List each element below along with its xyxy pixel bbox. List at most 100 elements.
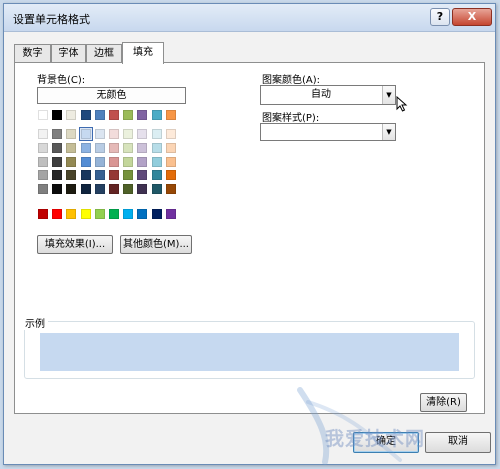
theme-color-swatch[interactable]	[52, 110, 63, 120]
sample-preview	[40, 333, 459, 371]
theme-color-swatch[interactable]	[94, 110, 105, 120]
theme-color-swatch[interactable]	[137, 110, 148, 120]
tab-border[interactable]: 边框	[86, 44, 122, 63]
mouse-cursor-icon	[396, 96, 408, 112]
theme-color-swatch[interactable]	[80, 184, 91, 195]
tab-fill[interactable]: 填充	[122, 42, 164, 64]
dialog-title: 设置单元格格式	[13, 13, 90, 26]
theme-color-swatch[interactable]	[165, 142, 176, 153]
theme-color-swatch[interactable]	[165, 170, 176, 181]
theme-color-swatch[interactable]	[66, 184, 77, 195]
standard-color-swatch[interactable]	[66, 209, 77, 219]
close-icon: X	[467, 10, 477, 23]
help-button[interactable]: ?	[430, 8, 450, 26]
standard-color-swatch[interactable]	[94, 209, 105, 219]
pattern-style-label: 图案样式(P):	[262, 113, 320, 124]
theme-color-swatch[interactable]	[123, 110, 134, 120]
fill-tab-panel: 背景色(C): 无颜色 填充效果(I)... 其他颜色(M)... 图案颜色(A…	[14, 62, 485, 414]
theme-color-swatch[interactable]	[38, 156, 48, 167]
theme-color-swatch[interactable]	[78, 127, 93, 141]
theme-color-swatch[interactable]	[165, 129, 176, 139]
chevron-down-icon[interactable]: ▼	[382, 124, 395, 140]
standard-color-swatch[interactable]	[165, 209, 176, 219]
theme-color-swatch[interactable]	[151, 184, 162, 195]
theme-color-swatch[interactable]	[38, 129, 48, 139]
theme-color-swatch[interactable]	[52, 129, 63, 139]
standard-color-swatch[interactable]	[151, 209, 162, 219]
tab-number[interactable]: 数字	[14, 44, 51, 63]
ok-button[interactable]: 确定	[353, 432, 419, 453]
pattern-style-dropdown[interactable]: ▼	[260, 123, 396, 141]
theme-color-swatch[interactable]	[38, 170, 48, 181]
theme-color-swatch[interactable]	[94, 184, 105, 195]
sample-group	[24, 321, 475, 379]
theme-color-swatch[interactable]	[151, 142, 162, 153]
theme-color-swatch[interactable]	[52, 142, 63, 153]
theme-color-swatch[interactable]	[94, 170, 105, 181]
theme-color-swatch[interactable]	[151, 170, 162, 181]
theme-color-swatch[interactable]	[137, 184, 148, 195]
theme-color-swatch[interactable]	[80, 142, 91, 153]
no-color-button[interactable]: 无颜色	[37, 87, 186, 104]
theme-color-swatch[interactable]	[123, 156, 134, 167]
theme-color-swatch[interactable]	[151, 156, 162, 167]
standard-color-swatch[interactable]	[137, 209, 148, 219]
theme-color-swatch[interactable]	[165, 184, 176, 195]
standard-color-swatch[interactable]	[52, 209, 63, 219]
format-cells-dialog: 设置单元格格式 ? X 数字 字体 边框 填充 背景色(C): 无颜色 填充效果…	[3, 3, 496, 465]
theme-color-swatch[interactable]	[123, 170, 134, 181]
theme-color-swatch[interactable]	[52, 170, 63, 181]
title-bar[interactable]: 设置单元格格式 ? X	[4, 4, 495, 32]
theme-color-swatch[interactable]	[94, 142, 105, 153]
more-colors-button[interactable]: 其他颜色(M)...	[120, 235, 192, 254]
theme-color-swatch[interactable]	[137, 142, 148, 153]
theme-color-swatch[interactable]	[66, 156, 77, 167]
theme-color-swatch[interactable]	[38, 142, 48, 153]
theme-color-swatch[interactable]	[94, 156, 105, 167]
standard-color-swatch[interactable]	[80, 209, 91, 219]
theme-color-swatch[interactable]	[165, 110, 176, 120]
theme-color-swatch[interactable]	[109, 110, 119, 120]
theme-color-swatch[interactable]	[66, 110, 77, 120]
theme-color-swatch[interactable]	[80, 156, 91, 167]
theme-color-swatch[interactable]	[66, 170, 77, 181]
theme-color-swatch[interactable]	[123, 142, 134, 153]
clear-button[interactable]: 清除(R)	[420, 393, 467, 412]
theme-color-swatch[interactable]	[52, 184, 63, 195]
theme-color-swatch[interactable]	[151, 129, 162, 139]
theme-color-swatch[interactable]	[109, 156, 119, 167]
standard-color-swatch[interactable]	[38, 209, 48, 219]
standard-color-swatch[interactable]	[123, 209, 134, 219]
tab-font[interactable]: 字体	[51, 44, 86, 63]
theme-color-swatch[interactable]	[109, 129, 119, 139]
theme-color-swatch[interactable]	[123, 184, 134, 195]
sample-label: 示例	[22, 315, 48, 330]
theme-color-swatch[interactable]	[137, 170, 148, 181]
theme-color-swatch[interactable]	[151, 110, 162, 120]
theme-color-swatch[interactable]	[66, 142, 77, 153]
question-icon: ?	[436, 10, 444, 23]
theme-color-swatch[interactable]	[52, 156, 63, 167]
pattern-color-dropdown[interactable]: 自动 ▼	[260, 85, 396, 105]
theme-color-swatch[interactable]	[123, 129, 134, 139]
fill-effects-button[interactable]: 填充效果(I)...	[37, 235, 113, 254]
chevron-down-icon[interactable]: ▼	[382, 86, 395, 104]
theme-color-swatch[interactable]	[165, 156, 176, 167]
standard-color-swatch[interactable]	[109, 209, 119, 219]
theme-color-swatch[interactable]	[38, 184, 48, 195]
theme-color-swatch[interactable]	[137, 156, 148, 167]
theme-color-swatch[interactable]	[66, 129, 77, 139]
cancel-button[interactable]: 取消	[425, 432, 491, 453]
theme-color-swatch[interactable]	[109, 170, 119, 181]
background-color-label: 背景色(C):	[37, 75, 86, 86]
theme-color-swatch[interactable]	[109, 142, 119, 153]
pattern-color-label: 图案颜色(A):	[262, 75, 321, 86]
pattern-color-value: 自动	[311, 89, 331, 100]
theme-color-swatch[interactable]	[109, 184, 119, 195]
theme-color-swatch[interactable]	[137, 129, 148, 139]
close-button[interactable]: X	[452, 8, 492, 26]
theme-color-swatch[interactable]	[80, 170, 91, 181]
theme-color-swatch[interactable]	[38, 110, 48, 120]
theme-color-swatch[interactable]	[94, 129, 105, 139]
theme-color-swatch[interactable]	[80, 110, 91, 120]
